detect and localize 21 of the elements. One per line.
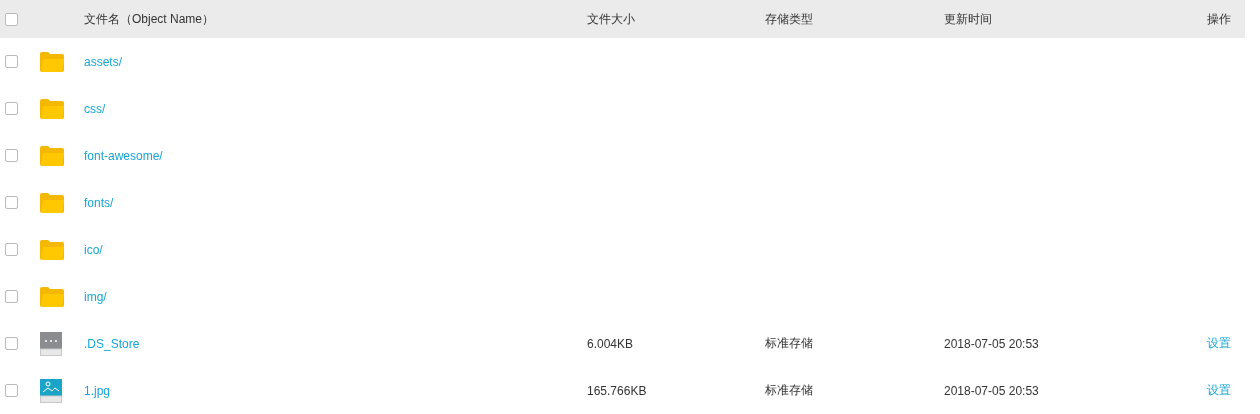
table-cell: 标准存储 bbox=[765, 335, 813, 352]
file-link[interactable]: fonts/ bbox=[84, 195, 114, 210]
table-cell: 2018-07-05 20:53 bbox=[944, 383, 1039, 398]
file-link[interactable]: font-awesome/ bbox=[84, 148, 163, 163]
file-link[interactable]: ico/ bbox=[84, 242, 103, 257]
settings-link[interactable]: 设置 bbox=[1207, 335, 1231, 352]
file-link[interactable]: img/ bbox=[84, 289, 107, 304]
column-header: 操作 bbox=[1207, 10, 1231, 28]
column-header: 存储类型 bbox=[765, 10, 813, 28]
table-cell: 标准存储 bbox=[765, 382, 813, 399]
settings-link[interactable]: 设置 bbox=[1207, 382, 1231, 399]
table-cell: 6.004KB bbox=[587, 336, 634, 351]
file-link[interactable]: .DS_Store bbox=[84, 336, 140, 351]
file-link[interactable]: assets/ bbox=[84, 54, 122, 69]
column-header: 文件大小 bbox=[587, 10, 635, 28]
column-header: 文件名（Object Name） bbox=[84, 10, 215, 28]
column-header: 更新时间 bbox=[944, 10, 992, 28]
file-link[interactable]: 1.jpg bbox=[84, 383, 111, 398]
table-cell: 2018-07-05 20:53 bbox=[944, 336, 1039, 351]
table-cell: 165.766KB bbox=[587, 383, 647, 398]
file-link[interactable]: css/ bbox=[84, 101, 106, 116]
